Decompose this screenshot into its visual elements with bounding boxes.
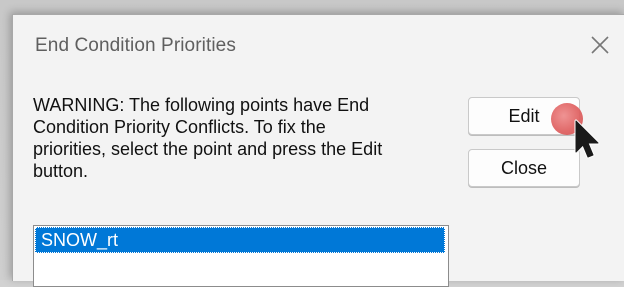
close-button[interactable]: Close <box>468 149 580 187</box>
warning-message: WARNING: The following points have End C… <box>33 95 383 181</box>
title-bar: End Condition Priorities <box>13 15 624 73</box>
list-item-label: SNOW_rt <box>41 230 119 250</box>
list-item[interactable]: SNOW_rt <box>35 227 445 253</box>
points-listbox[interactable]: SNOW_rt <box>33 225 449 287</box>
edit-button-label: Edit <box>508 105 540 126</box>
close-icon[interactable] <box>587 32 613 58</box>
end-condition-priorities-dialog: End Condition Priorities WARNING: The fo… <box>12 14 624 287</box>
close-button-label: Close <box>500 157 548 178</box>
mouse-pointer-icon <box>574 119 600 159</box>
dialog-title: End Condition Priorities <box>35 35 236 56</box>
